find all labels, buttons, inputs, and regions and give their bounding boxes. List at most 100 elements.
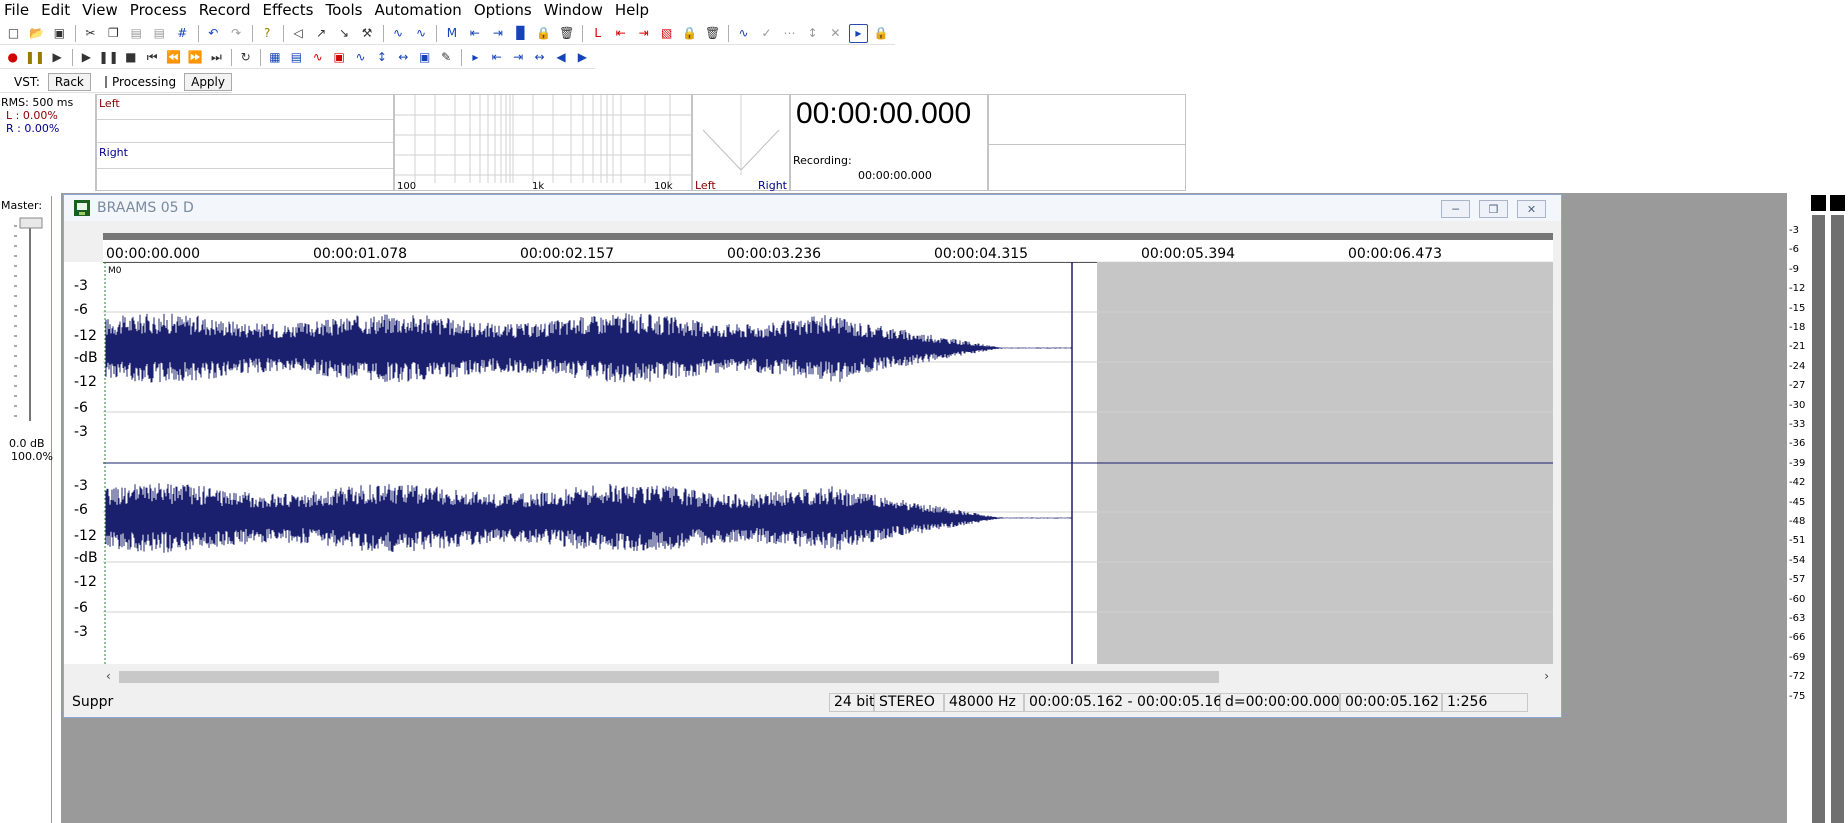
waveform-icon[interactable]: ∿ [389,24,408,43]
db-scale-label: -12 [74,528,97,544]
zoom-horizontal-icon[interactable]: ↔ [395,48,412,67]
marker-icon[interactable]: M [442,24,461,43]
lock-icon[interactable]: 🔒 [534,24,553,43]
select-right-icon[interactable]: ⇥ [510,48,527,67]
view-selection-icon[interactable]: ▤ [288,48,305,67]
go-end-icon[interactable]: ⏭ [208,48,225,67]
cue-trash-icon[interactable]: 🗑 [703,24,722,43]
paste-special-icon[interactable]: ▤ [150,24,169,43]
horizontal-scrollbar[interactable]: ‹ › [103,669,1553,685]
apply-button[interactable]: Apply [184,72,232,91]
restore-button[interactable]: ❐ [1479,200,1508,218]
master-label: Master: [1,199,43,212]
status-cursor-position: 00:00:05.162 [1340,693,1442,712]
play-icon[interactable]: ▶ [78,48,95,67]
ramp-down-icon[interactable]: ↘ [335,24,354,43]
meter-scale-label: -33 [1789,419,1806,430]
menu-record[interactable]: Record [199,1,251,19]
marker-next-icon[interactable]: ⇥ [488,24,507,43]
zoom-vertical-icon[interactable]: ↕ [373,48,390,67]
menu-file[interactable]: File [4,1,29,19]
waveform-stereo-icon[interactable]: ∿ [412,24,431,43]
close-button[interactable]: ✕ [1517,200,1546,218]
trash-icon[interactable]: 🗑 [557,24,576,43]
select-both-icon[interactable]: ↔ [531,48,548,67]
go-start-icon[interactable]: ⏮ [143,48,160,67]
document-title-bar[interactable]: BRAAMS 05 D ─ ❐ ✕ [64,195,1561,221]
menu-effects[interactable]: Effects [263,1,314,19]
minimize-button[interactable]: ─ [1441,200,1470,218]
marker-prev-icon[interactable]: ⇤ [465,24,484,43]
cue-region-icon[interactable]: ▧ [657,24,676,43]
rms-title: RMS: 500 ms [1,96,74,109]
menu-tools[interactable]: Tools [326,1,363,19]
stop-icon[interactable]: ■ [122,48,139,67]
time-ruler[interactable]: 00:00:00.000 00:00:01.078 00:00:02.157 0… [103,233,1553,262]
pencil-icon[interactable]: ✎ [437,48,454,67]
overlay-view-icon[interactable]: ▣ [330,48,347,67]
marker-region-icon[interactable]: ▉ [511,24,530,43]
scroll-right-icon[interactable]: › [1544,669,1549,683]
menu-automation[interactable]: Automation [374,1,461,19]
vertical-arrows-icon[interactable]: ↕ [803,24,822,43]
open-folder-icon[interactable]: 📂 [27,24,46,43]
processing-checkbox[interactable] [104,75,108,88]
speaker-icon[interactable]: ◁ [289,24,308,43]
spectrum-view-icon[interactable]: ∿ [309,48,326,67]
separator [71,48,73,66]
wrench-icon[interactable]: ⚒ [358,24,377,43]
zoom-wave-icon[interactable]: ∿ [352,48,369,67]
new-file-icon[interactable]: □ [4,24,23,43]
fast-forward-icon[interactable]: ⏩ [186,48,203,67]
crop-icon[interactable]: # [173,24,192,43]
select-left-icon[interactable]: ⇤ [488,48,505,67]
cue-next-icon[interactable]: ⇥ [634,24,653,43]
view-full-icon[interactable]: ▦ [266,48,283,67]
marker-label: M0 [108,266,122,276]
db-scale-label: -12 [74,574,97,590]
menu-options[interactable]: Options [474,1,532,19]
zoom-fit-icon[interactable]: ▣ [416,48,433,67]
pause-icon[interactable]: ❚❚ [99,48,119,67]
menu-help[interactable]: Help [615,1,649,19]
recording-time: 00:00:00.000 [858,169,932,182]
db-scale-label: -6 [74,400,88,416]
paste-icon[interactable]: ▤ [127,24,146,43]
loop-icon[interactable]: ↻ [237,48,254,67]
check-icon[interactable]: ✓ [757,24,776,43]
spectrum-tick-1k: 1k [532,181,545,192]
menu-process[interactable]: Process [130,1,187,19]
level-divider [97,142,393,143]
cut-icon[interactable]: ✂ [81,24,100,43]
envelope-icon[interactable]: ∿ [734,24,753,43]
save-icon[interactable]: ▣ [50,24,69,43]
waveform-display[interactable]: M0 [103,262,1553,664]
ramp-up-icon[interactable]: ↗ [312,24,331,43]
envelope-lock-icon[interactable]: 🔒 [872,24,891,43]
record-icon[interactable]: ● [4,48,21,67]
redo-icon[interactable]: ↷ [227,24,246,43]
info-panel [988,94,1186,191]
arrow-right-icon[interactable]: ▶ [574,48,591,67]
select-tool-icon[interactable]: ▸ [848,23,868,43]
play-from-start-icon[interactable]: ▶ [48,48,65,67]
undo-icon[interactable]: ↶ [204,24,223,43]
cue-prev-icon[interactable]: ⇤ [611,24,630,43]
dash-icon[interactable]: ⋯ [780,24,799,43]
select-all-icon[interactable]: ▸ [467,48,484,67]
rack-button[interactable]: Rack [47,72,91,91]
arrow-left-icon[interactable]: ◀ [552,48,569,67]
menu-edit[interactable]: Edit [41,1,70,19]
menu-window[interactable]: Window [544,1,603,19]
help-icon[interactable]: ? [258,24,277,43]
scroll-thumb[interactable] [119,671,1219,683]
cue-lock-icon[interactable]: 🔒 [680,24,699,43]
rewind-icon[interactable]: ⏪ [165,48,182,67]
menu-view[interactable]: View [82,1,118,19]
scroll-left-icon[interactable]: ‹ [106,669,111,683]
close-x-icon[interactable]: ✕ [826,24,845,43]
master-fader[interactable] [0,216,52,446]
cue-icon[interactable]: L [588,24,607,43]
record-pause-icon[interactable]: ❚❚ [25,48,45,67]
copy-icon[interactable]: ❐ [104,24,123,43]
